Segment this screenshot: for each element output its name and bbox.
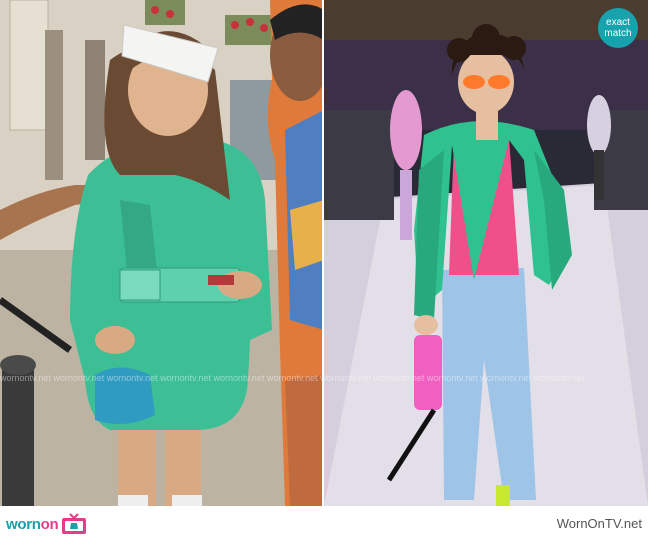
site-name: WornOnTV.net bbox=[556, 516, 642, 531]
badge-line1: exact bbox=[606, 17, 630, 28]
comparison-frame: exact match wornontv.net wornontv.net wo… bbox=[0, 0, 648, 540]
badge-line2: match bbox=[604, 28, 632, 39]
runway-scene bbox=[324, 0, 648, 506]
logo-part2: on bbox=[40, 515, 59, 533]
exact-match-badge: exact match bbox=[598, 8, 638, 48]
logo-part1: worn bbox=[6, 515, 41, 533]
right-photo: exact match bbox=[324, 0, 648, 506]
tv-icon bbox=[62, 513, 87, 534]
wornontv-logo[interactable]: wornon bbox=[6, 512, 87, 536]
logo-wordmark: wornon bbox=[6, 515, 59, 533]
street-scene bbox=[0, 0, 324, 506]
footer-bar: wornon WornOnTV.net bbox=[0, 506, 648, 540]
watermark-text: wornontv.net wornontv.net wornontv.net w… bbox=[0, 373, 585, 383]
left-photo bbox=[0, 0, 324, 506]
